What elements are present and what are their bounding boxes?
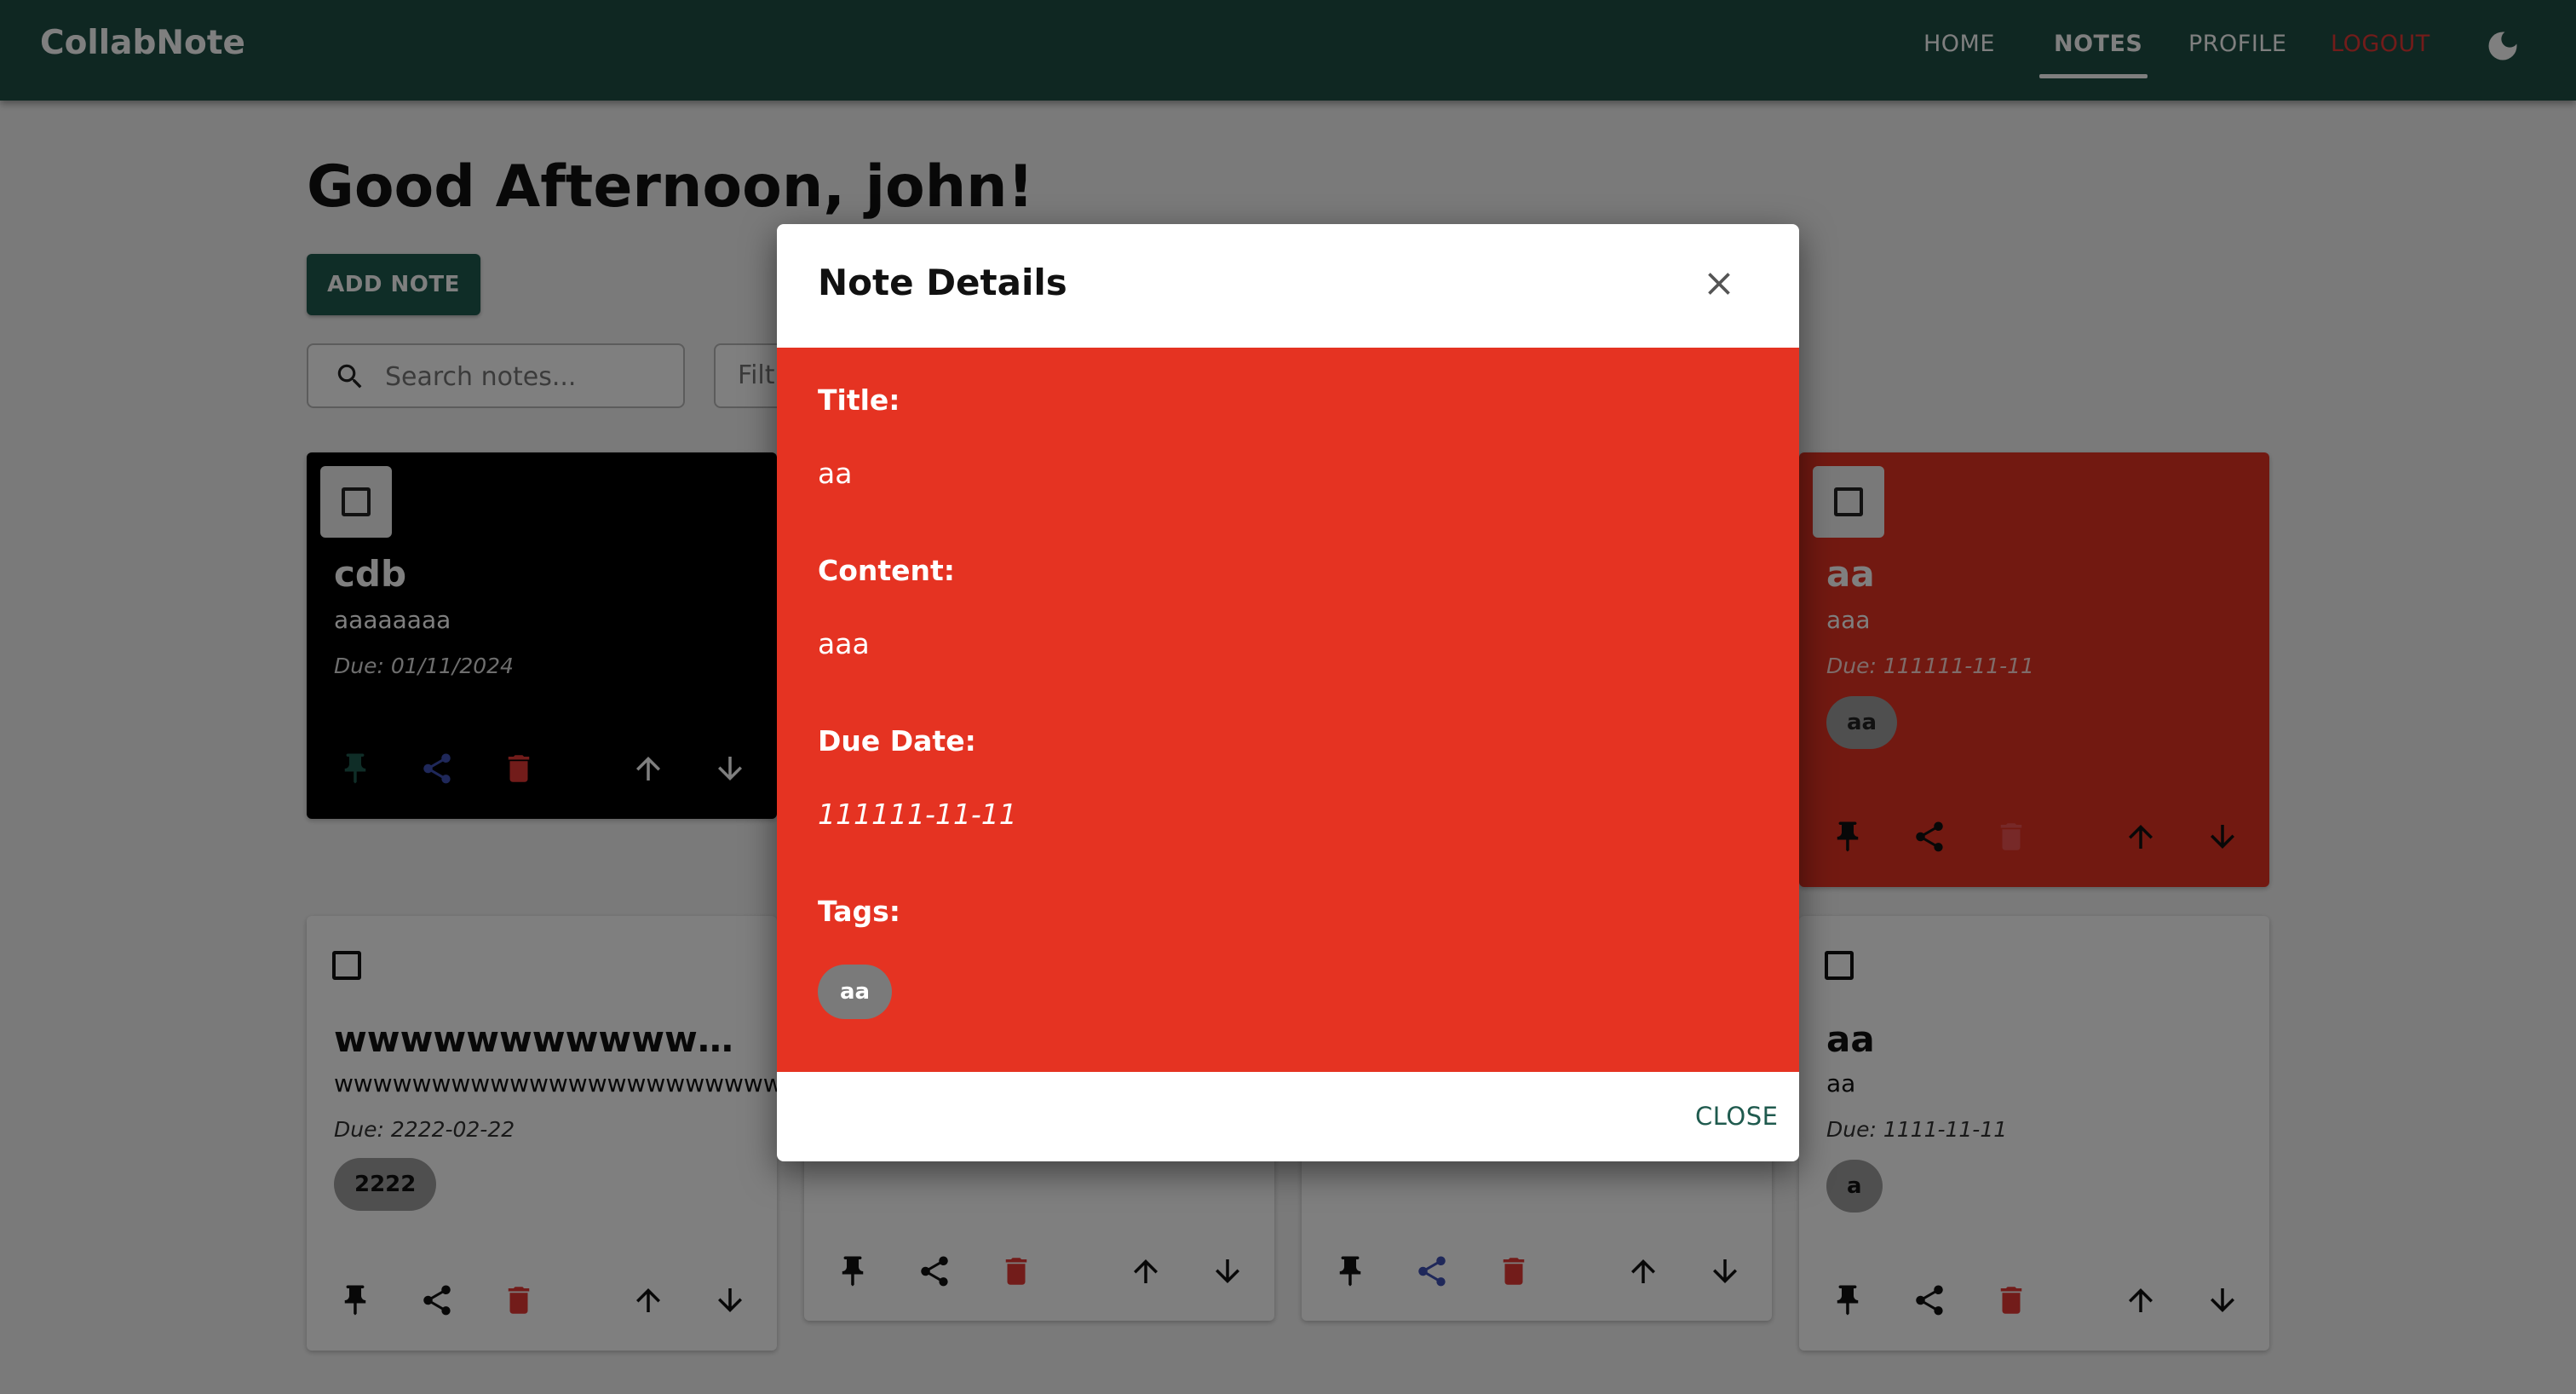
close-icon[interactable]	[1700, 265, 1738, 302]
dialog-body: Title: aa Content: aaa Due Date: 111111-…	[777, 348, 1799, 1072]
content-label: Content:	[818, 554, 956, 587]
close-button[interactable]: CLOSE	[1695, 1102, 1778, 1131]
title-value: aa	[818, 457, 853, 490]
due-date-label: Due Date:	[818, 724, 976, 757]
tag-chip[interactable]: aa	[818, 965, 893, 1019]
title-label: Title:	[818, 383, 900, 417]
content-value: aaa	[818, 627, 870, 660]
due-date-value: 111111-11-11	[818, 798, 1017, 831]
note-details-dialog: Note Details Title: aa Content: aaa Due …	[777, 224, 1799, 1161]
dialog-title: Note Details	[818, 262, 1067, 303]
tags-label: Tags:	[818, 895, 900, 928]
